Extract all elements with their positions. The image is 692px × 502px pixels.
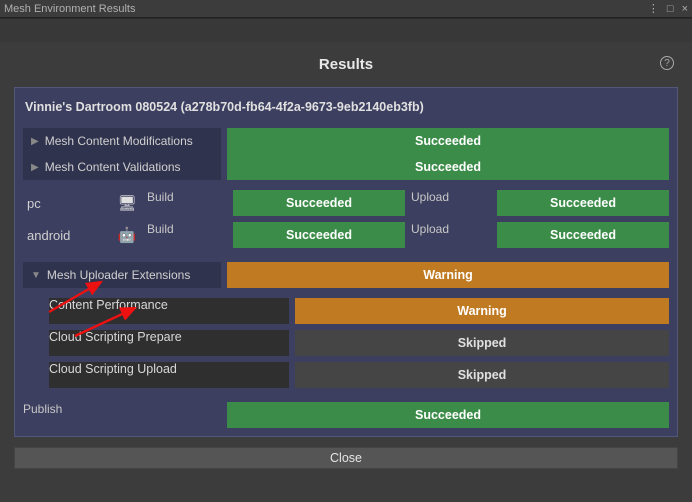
uploader-extensions-status: Warning [227, 262, 669, 288]
indent-gutter [23, 362, 43, 388]
platform-row: pc🖥BuildSucceededUploadSucceeded [23, 190, 669, 216]
header-row: Results ? [14, 54, 678, 77]
result-label: Mesh Content Modifications [45, 134, 193, 148]
sub-label: Cloud Scripting Upload [49, 362, 289, 388]
upload-label: Upload [411, 222, 491, 248]
upload-status: Succeeded [497, 222, 669, 248]
sub-status: Warning [295, 298, 669, 324]
titlebar: Mesh Environment Results ⋮ □ × [0, 0, 692, 18]
publish-row: Publish Succeeded [23, 402, 669, 428]
upload-status: Succeeded [497, 190, 669, 216]
more-icon[interactable]: ⋮ [648, 2, 659, 15]
result-label-cell[interactable]: ▶ Mesh Content Modifications [23, 128, 221, 154]
android-icon: 🤖 [113, 222, 141, 248]
maximize-icon[interactable]: □ [667, 3, 674, 15]
window: Mesh Environment Results ⋮ □ × Results ?… [0, 0, 692, 502]
window-controls: ⋮ □ × [648, 2, 688, 15]
uploader-extensions-label: Mesh Uploader Extensions [47, 268, 190, 282]
result-label: Mesh Content Validations [45, 160, 181, 174]
close-button[interactable]: Close [14, 447, 678, 469]
indent-gutter [23, 330, 43, 356]
environment-title: Vinnie's Dartroom 080524 (a278b70d-fb64-… [23, 96, 669, 122]
result-row[interactable]: ▶ Mesh Content Validations Succeeded [23, 154, 669, 180]
help-icon[interactable]: ? [660, 56, 674, 70]
page-title: Results [319, 56, 373, 73]
sub-row: Cloud Scripting UploadSkipped [23, 362, 669, 388]
build-status: Succeeded [233, 222, 405, 248]
monitor-icon: 🖥 [113, 190, 141, 216]
sub-label: Cloud Scripting Prepare [49, 330, 289, 356]
result-status: Succeeded [227, 128, 669, 154]
uploader-extensions-row[interactable]: ▼ Mesh Uploader Extensions Warning [23, 262, 669, 288]
content: Results ? Vinnie's Dartroom 080524 (a278… [0, 42, 692, 502]
build-label: Build [147, 190, 227, 216]
results-panel: Vinnie's Dartroom 080524 (a278b70d-fb64-… [14, 87, 678, 437]
indent-gutter [23, 298, 43, 324]
sub-row: Content PerformanceWarning [23, 298, 669, 324]
sub-status: Skipped [295, 330, 669, 356]
uploader-extensions-label-cell[interactable]: ▼ Mesh Uploader Extensions [23, 262, 221, 288]
close-icon[interactable]: × [682, 3, 688, 15]
chevron-down-icon[interactable]: ▼ [31, 270, 41, 281]
sub-row: Cloud Scripting PrepareSkipped [23, 330, 669, 356]
sub-label: Content Performance [49, 298, 289, 324]
result-row[interactable]: ▶ Mesh Content Modifications Succeeded [23, 128, 669, 154]
platform-name: pc [23, 190, 107, 216]
publish-status: Succeeded [227, 402, 669, 428]
build-status: Succeeded [233, 190, 405, 216]
upload-label: Upload [411, 190, 491, 216]
chevron-right-icon[interactable]: ▶ [31, 162, 39, 173]
platform-row: android🤖BuildSucceededUploadSucceeded [23, 222, 669, 248]
window-title: Mesh Environment Results [4, 3, 135, 15]
platform-name: android [23, 222, 107, 248]
result-status: Succeeded [227, 154, 669, 180]
chevron-right-icon[interactable]: ▶ [31, 136, 39, 147]
sub-status: Skipped [295, 362, 669, 388]
build-label: Build [147, 222, 227, 248]
publish-label: Publish [23, 402, 221, 428]
toolbar-spacer [0, 18, 692, 42]
result-label-cell[interactable]: ▶ Mesh Content Validations [23, 154, 221, 180]
